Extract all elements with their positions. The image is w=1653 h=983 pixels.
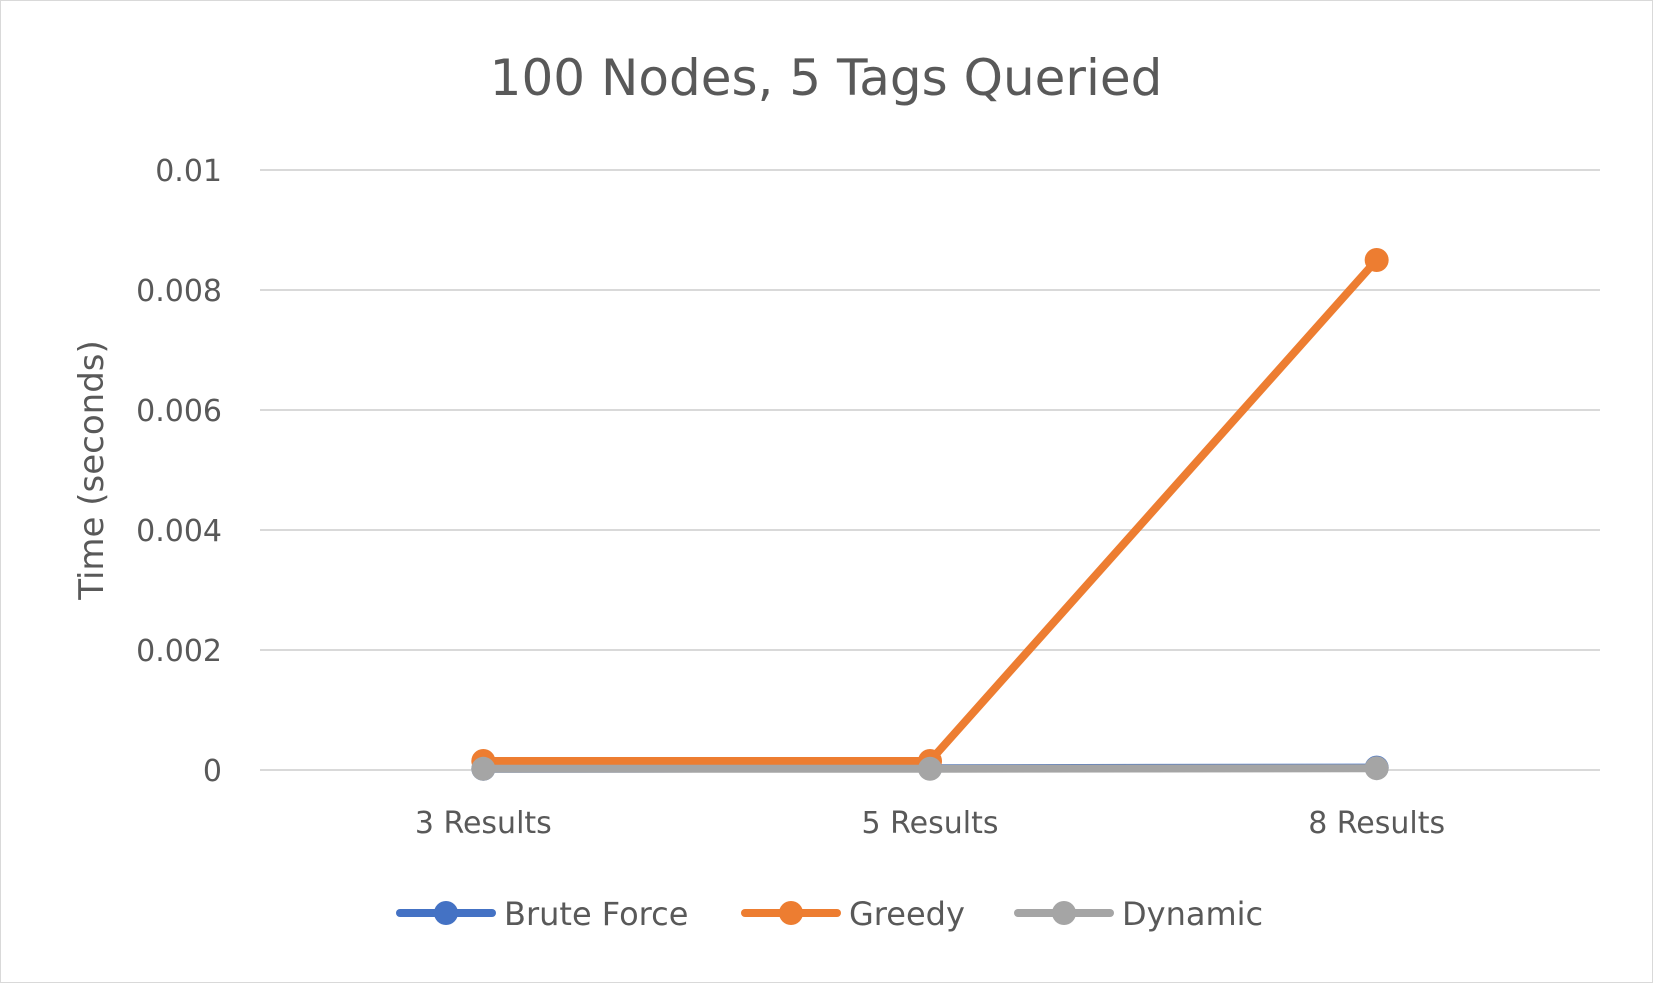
y-axis-label: Time (seconds) bbox=[72, 340, 112, 601]
legend-label: Dynamic bbox=[1122, 895, 1263, 933]
data-point bbox=[1364, 248, 1389, 272]
legend-swatch-marker bbox=[779, 901, 803, 925]
legend-swatch-marker bbox=[1052, 901, 1076, 925]
legend: Brute Force Greedy Dynamic bbox=[396, 895, 1263, 933]
y-tick-label: 0 bbox=[203, 754, 222, 789]
x-tick-label: 3 Results bbox=[415, 806, 552, 841]
legend-item: Brute Force bbox=[396, 895, 688, 933]
legend-label: Greedy bbox=[849, 895, 965, 933]
gridlines bbox=[260, 169, 1600, 771]
series-greedy bbox=[471, 248, 1389, 773]
chart-title: 100 Nodes, 5 Tags Queried bbox=[490, 49, 1163, 107]
legend-label: Brute Force bbox=[504, 895, 688, 933]
legend-swatch-marker bbox=[434, 901, 458, 925]
data-point bbox=[918, 756, 942, 781]
y-tick-label: 0.006 bbox=[136, 394, 222, 429]
x-tick-label: 8 Results bbox=[1308, 806, 1445, 841]
data-point bbox=[471, 756, 496, 781]
x-tick-label: 5 Results bbox=[862, 806, 999, 841]
line-chart: 100 Nodes, 5 Tags Queried 0 0.002 0.004 0.0… bbox=[72, 49, 1600, 933]
series-lines bbox=[471, 248, 1389, 781]
y-axis-ticks: 0 0.002 0.004 0.006 0.008 0.01 bbox=[136, 154, 222, 789]
x-axis-ticks: 3 Results 5 Results 8 Results bbox=[415, 806, 1445, 841]
y-tick-label: 0.008 bbox=[136, 274, 222, 309]
y-tick-label: 0.01 bbox=[155, 154, 222, 189]
series-line bbox=[479, 256, 1381, 765]
legend-item: Greedy bbox=[741, 895, 965, 933]
data-point bbox=[1364, 756, 1389, 781]
y-tick-label: 0.004 bbox=[136, 514, 222, 549]
legend-item: Dynamic bbox=[1014, 895, 1263, 933]
y-tick-label: 0.002 bbox=[136, 634, 222, 669]
